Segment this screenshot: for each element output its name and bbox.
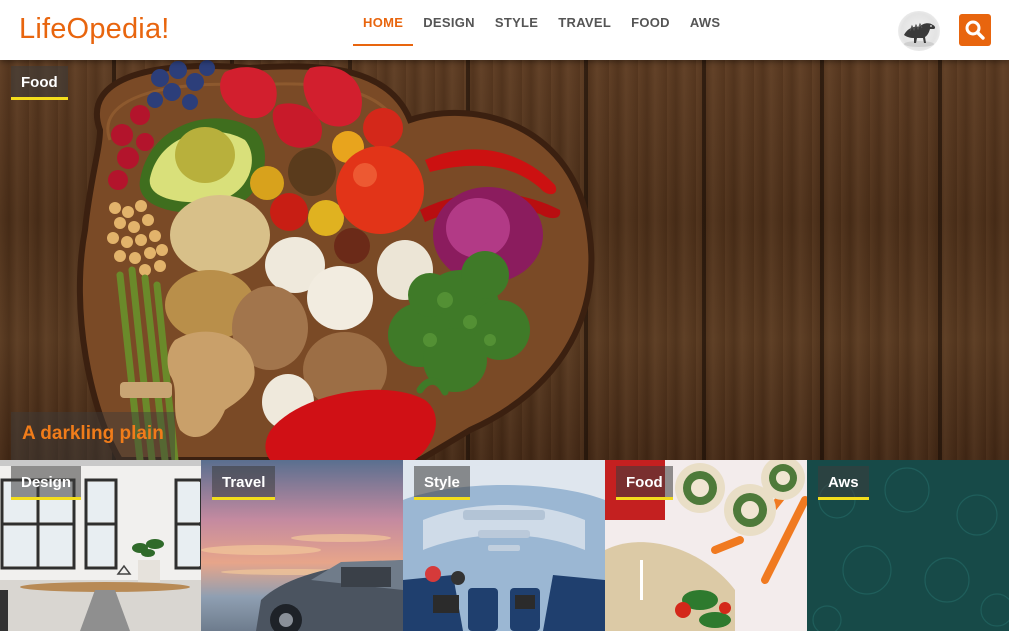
nav-item-label: FOOD xyxy=(631,15,670,30)
nav-item-aws[interactable]: AWS xyxy=(680,0,731,46)
dinosaur-icon xyxy=(904,22,936,47)
article-grid: Design Travel Style Food Aws xyxy=(0,460,1009,631)
user-avatar[interactable] xyxy=(898,11,940,51)
category-tag[interactable]: Food xyxy=(11,66,68,100)
article-card-travel[interactable]: Travel xyxy=(201,460,403,631)
nav-item-label: DESIGN xyxy=(423,15,475,30)
search-icon xyxy=(965,20,985,40)
nav-item-design[interactable]: DESIGN xyxy=(413,0,485,46)
article-card-food[interactable]: Food xyxy=(605,460,807,631)
search-button[interactable] xyxy=(959,14,991,46)
nav-item-style[interactable]: STYLE xyxy=(485,0,548,46)
nav-item-food[interactable]: FOOD xyxy=(621,0,680,46)
hero-article[interactable]: Food A darkling plain xyxy=(0,60,1009,460)
category-tag[interactable]: Food xyxy=(616,466,673,500)
nav-item-label: STYLE xyxy=(494,15,539,30)
category-tag[interactable]: Aws xyxy=(818,466,869,500)
category-tag[interactable]: Style xyxy=(414,466,470,500)
nav-item-travel[interactable]: TRAVEL xyxy=(548,0,621,46)
article-card-design[interactable]: Design xyxy=(0,460,201,631)
site-logo[interactable]: LifeOpedia! xyxy=(19,13,170,46)
hero-title[interactable]: A darkling plain xyxy=(11,412,175,460)
category-tag[interactable]: Design xyxy=(11,466,82,500)
main-nav: HOME DESIGN STYLE TRAVEL FOOD AWS xyxy=(353,0,730,60)
nav-item-label: AWS xyxy=(689,15,721,30)
article-card-aws[interactable]: Aws xyxy=(807,460,1009,631)
nav-item-home[interactable]: HOME xyxy=(353,0,414,46)
category-tag[interactable]: Travel xyxy=(212,466,276,500)
article-card-style[interactable]: Style xyxy=(403,460,605,631)
nav-item-label: TRAVEL xyxy=(558,15,612,30)
nav-item-label: HOME xyxy=(363,15,404,30)
hero-food-image xyxy=(76,60,595,460)
site-header: LifeOpedia! HOME DESIGN STYLE TRAVEL FOO… xyxy=(0,0,1009,60)
